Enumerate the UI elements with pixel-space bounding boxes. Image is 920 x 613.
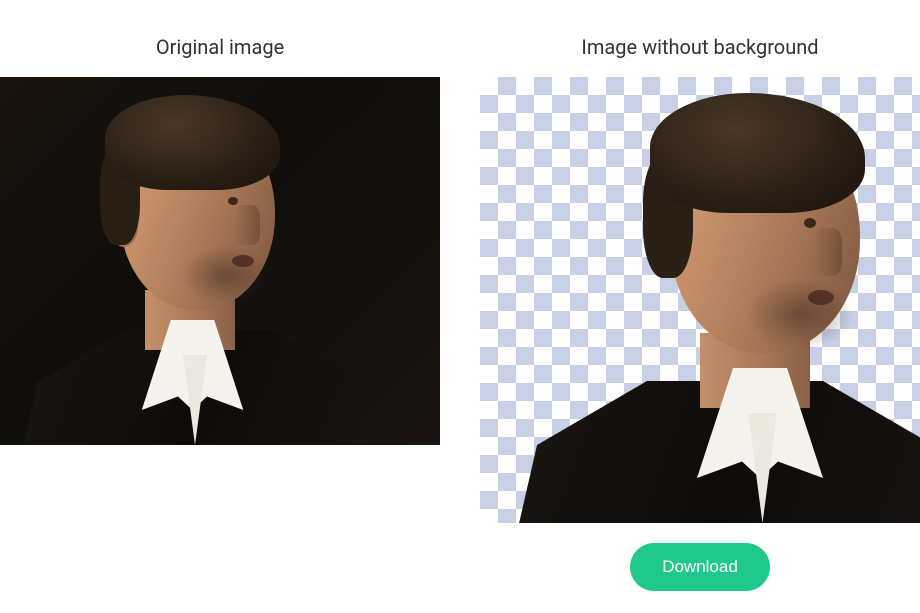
eye-shape xyxy=(804,218,816,228)
beard-shape xyxy=(745,278,855,350)
comparison-container: Original image Image without background xyxy=(0,0,920,591)
person-figure-nobg xyxy=(515,93,920,523)
original-image xyxy=(0,77,440,445)
eye-shape xyxy=(228,197,238,205)
nose-shape xyxy=(235,205,260,245)
person-figure xyxy=(20,95,380,445)
original-column: Original image xyxy=(0,35,440,591)
beard-shape xyxy=(180,245,270,305)
hair-shape xyxy=(650,93,865,213)
nose-shape xyxy=(812,228,842,276)
hair-shape xyxy=(105,95,280,190)
nobg-column: Image without background Download xyxy=(480,35,920,591)
download-button[interactable]: Download xyxy=(630,543,770,591)
nobg-image xyxy=(480,77,920,523)
nobg-title: Image without background xyxy=(581,35,818,59)
original-title: Original image xyxy=(156,35,284,59)
